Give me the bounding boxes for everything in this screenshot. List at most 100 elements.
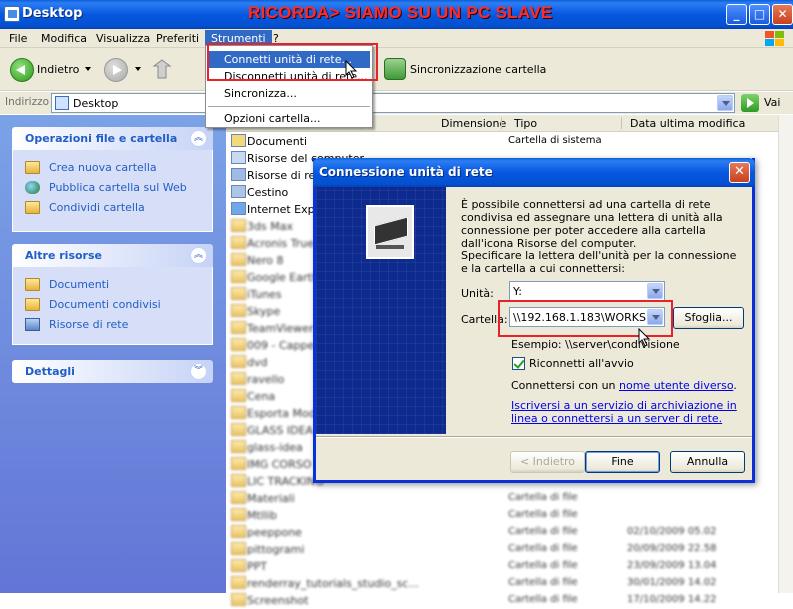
task-publish-web-label[interactable]: Pubblica cartella sul Web <box>49 181 187 194</box>
file-name[interactable]: Cena <box>247 390 275 403</box>
file-name[interactable]: iTunes <box>247 288 282 301</box>
file-name[interactable]: TeamViewer <box>247 322 313 335</box>
address-value: Desktop <box>73 97 119 110</box>
address-dropdown-button[interactable] <box>717 95 733 111</box>
place-network-label[interactable]: Risorse di rete <box>49 318 128 331</box>
column-separator[interactable] <box>501 117 502 129</box>
file-row[interactable]: Documenti Cartella di sistema <box>226 133 779 150</box>
go-arrow-icon[interactable] <box>741 94 759 112</box>
file-name[interactable]: glass-idea <box>247 441 303 454</box>
task-new-folder-label[interactable]: Crea nuova cartella <box>49 161 157 174</box>
menu-item-synchronize[interactable]: Sincronizza... <box>208 85 370 102</box>
file-row[interactable]: pittogrami Cartella di file 20/09/2009 22.… <box>226 541 779 558</box>
cancel-button[interactable]: Annulla <box>670 451 745 473</box>
file-name[interactable]: Cestino <box>247 186 288 199</box>
finish-button[interactable]: Fine <box>585 451 660 473</box>
file-name[interactable]: Screenshot <box>247 594 309 607</box>
synchronize-label[interactable]: Sincronizza... <box>224 87 297 100</box>
folder-icon <box>231 287 246 300</box>
task-share-folder[interactable]: Condividi cartella <box>13 198 212 218</box>
collapse-chevron-icon[interactable]: ︽ <box>190 130 207 147</box>
place-network[interactable]: Risorse di rete <box>13 315 212 335</box>
reconnect-checkbox[interactable] <box>512 357 525 370</box>
other-places-header[interactable]: Altre risorse ︽ <box>12 244 213 267</box>
other-places-title: Altre risorse <box>25 249 102 262</box>
file-name[interactable]: pittogrami <box>247 543 304 556</box>
folder-icon <box>231 355 246 368</box>
file-tasks-header[interactable]: Operazioni file e cartella ︽ <box>12 127 213 150</box>
close-button[interactable]: ✕ <box>772 4 793 25</box>
back-history-chevron-icon[interactable] <box>85 67 91 71</box>
file-name[interactable]: ravello <box>247 373 284 386</box>
maximize-button[interactable]: □ <box>749 4 770 25</box>
column-separator[interactable] <box>621 117 622 129</box>
expand-chevron-icon[interactable]: ︾ <box>190 363 207 380</box>
file-row[interactable]: Materiali Cartella di file <box>226 490 779 507</box>
column-date[interactable]: Data ultima modifica <box>630 117 745 130</box>
back-button-label[interactable]: Indietro <box>37 63 79 76</box>
file-name[interactable]: PPT <box>247 560 267 573</box>
file-date: 02/10/2009 05.02 <box>627 526 717 537</box>
details-title: Dettagli <box>25 365 75 378</box>
forward-history-chevron-icon[interactable] <box>135 67 141 71</box>
browse-button[interactable]: Sfoglia... <box>673 307 744 329</box>
minimize-button[interactable]: _ <box>726 4 747 25</box>
documents-folder-icon <box>25 278 40 291</box>
file-name[interactable]: 3ds Max <box>247 220 293 233</box>
back-arrow-icon[interactable] <box>10 58 34 82</box>
file-row[interactable]: Mtllib Cartella di file <box>226 507 779 524</box>
task-publish-web[interactable]: Pubblica cartella sul Web <box>13 178 212 198</box>
drive-select[interactable]: Y: <box>509 281 665 301</box>
forward-arrow-icon[interactable] <box>104 58 128 82</box>
file-name[interactable]: renderray_tutorials_studio_sc... <box>247 577 419 590</box>
file-row[interactable]: Screenshot Cartella di file 17/10/2009 14.… <box>226 592 779 609</box>
place-documents[interactable]: Documenti <box>13 275 212 295</box>
vertical-scrollbar[interactable] <box>778 115 793 593</box>
file-name[interactable]: GLASS IDEA <box>247 424 313 437</box>
menu-file[interactable]: File <box>3 30 33 47</box>
file-name[interactable]: Materiali <box>247 492 295 505</box>
other-user-link[interactable]: nome utente diverso <box>619 379 733 392</box>
task-new-folder[interactable]: Crea nuova cartella <box>13 158 212 178</box>
menu-item-folder-options[interactable]: Opzioni cartella... <box>208 110 370 127</box>
details-header[interactable]: Dettagli ︾ <box>12 360 213 383</box>
task-share-folder-label[interactable]: Condividi cartella <box>49 201 145 214</box>
place-documents-label[interactable]: Documenti <box>49 278 109 291</box>
address-input[interactable]: Desktop <box>51 93 735 113</box>
file-row[interactable]: PPT Cartella di file 23/09/2009 13.04 <box>226 558 779 575</box>
reconnect-label[interactable]: Riconnetti all'avvio <box>529 357 634 370</box>
file-name[interactable]: Mtllib <box>247 509 277 522</box>
file-row[interactable]: peeppone Cartella di file 02/10/2009 05.02 <box>226 524 779 541</box>
folder-icon <box>231 202 246 215</box>
back-button[interactable]: < Indietro <box>510 451 585 473</box>
folder-options-label[interactable]: Opzioni cartella... <box>224 112 320 125</box>
folder-icon <box>231 338 246 351</box>
column-type[interactable]: Tipo <box>514 117 537 130</box>
file-row[interactable]: renderray_tutorials_studio_sc... Cartella… <box>226 575 779 592</box>
sync-folder-label[interactable]: Sincronizzazione cartella <box>410 63 546 76</box>
collapse-chevron-icon[interactable]: ︽ <box>190 247 207 264</box>
menu-modifica[interactable]: Modifica <box>35 30 93 47</box>
column-size[interactable]: Dimensione <box>441 117 506 130</box>
file-name[interactable]: IMG CORSO <box>247 458 311 471</box>
file-name[interactable]: peeppone <box>247 526 302 539</box>
file-name[interactable]: Skype <box>247 305 280 318</box>
address-label: Indirizzo <box>5 96 50 108</box>
folder-up-icon[interactable] <box>152 58 172 80</box>
file-name[interactable]: Nero 8 <box>247 254 284 267</box>
folder-icon <box>231 219 246 232</box>
place-shared-documents[interactable]: Documenti condivisi <box>13 295 212 315</box>
mouse-cursor-icon <box>638 328 651 347</box>
menu-preferiti[interactable]: Preferiti <box>150 30 205 47</box>
file-name[interactable]: dvd <box>247 356 267 369</box>
dialog-close-button[interactable]: ✕ <box>729 162 750 183</box>
file-name[interactable]: Documenti <box>247 135 307 148</box>
menu-visualizza[interactable]: Visualizza <box>90 30 156 47</box>
sync-icon[interactable] <box>384 58 406 80</box>
go-button-label[interactable]: Vai <box>764 96 780 109</box>
globe-icon <box>25 181 40 194</box>
online-storage-link[interactable]: Iscriversi a un servizio di archiviazion… <box>511 399 746 425</box>
drive-dropdown-button[interactable] <box>647 283 663 299</box>
file-name[interactable]: Google Earth <box>247 271 319 284</box>
place-shared-documents-label[interactable]: Documenti condivisi <box>49 298 161 311</box>
